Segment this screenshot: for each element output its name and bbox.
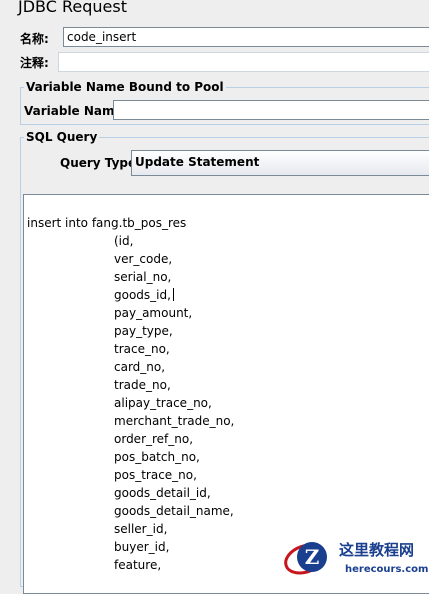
window-title: JDBC Request <box>18 0 127 16</box>
sql-column-line: pos_batch_no, <box>114 450 200 464</box>
query-type-label: Query Type: <box>60 156 141 170</box>
variable-name-label: Variable Name: <box>24 104 128 118</box>
variable-name-field[interactable] <box>113 100 429 120</box>
sql-column-line: buyer_id, <box>114 540 170 554</box>
sql-query-panel-legend: SQL Query <box>24 130 100 144</box>
sql-column-line: serial_no, <box>114 270 172 284</box>
sql-column-line: card_no, <box>114 360 166 374</box>
sql-editor[interactable]: insert into fang.tb_pos_res (id, ver_code… <box>23 194 429 594</box>
comment-label: 注释: <box>20 56 49 70</box>
sql-column-line: trade_no, <box>114 378 171 392</box>
query-type-value: Update Statement <box>135 155 260 169</box>
query-type-dropdown[interactable]: Update Statement <box>131 150 429 176</box>
sql-column-line: ver_code, <box>114 252 173 266</box>
sql-column-line: (id, <box>114 234 134 248</box>
logo-letter: Z <box>305 545 320 569</box>
name-field[interactable]: code_insert <box>63 27 429 47</box>
watermark-url: herecours.com <box>345 564 428 575</box>
sql-line-insert: insert into fang.tb_pos_res <box>27 216 187 230</box>
sql-column-line: pay_type, <box>114 324 173 338</box>
text-cursor <box>172 288 174 301</box>
watermark-cn-text: 这里教程网 <box>339 541 414 559</box>
sql-column-line: goods_id, <box>114 288 174 302</box>
sql-column-line: goods_detail_id, <box>114 486 211 500</box>
comment-field[interactable] <box>58 52 429 72</box>
sql-column-line: trace_no, <box>114 342 170 356</box>
sql-column-line: merchant_trade_no, <box>114 414 235 428</box>
variable-name-panel-legend: Variable Name Bound to Pool <box>24 80 226 94</box>
site-watermark-logo: Z 这里教程网 herecours.com <box>284 541 428 575</box>
name-label: 名称: <box>20 32 49 46</box>
sql-column-line: order_ref_no, <box>114 432 194 446</box>
sql-column-line: seller_id, <box>114 522 168 536</box>
sql-column-line: goods_detail_name, <box>114 504 234 518</box>
sql-column-line: pay_amount, <box>114 306 193 320</box>
sql-column-line: alipay_trace_no, <box>114 396 212 410</box>
sql-column-line: feature, <box>114 558 162 572</box>
sql-column-line: pos_trace_no, <box>114 468 197 482</box>
